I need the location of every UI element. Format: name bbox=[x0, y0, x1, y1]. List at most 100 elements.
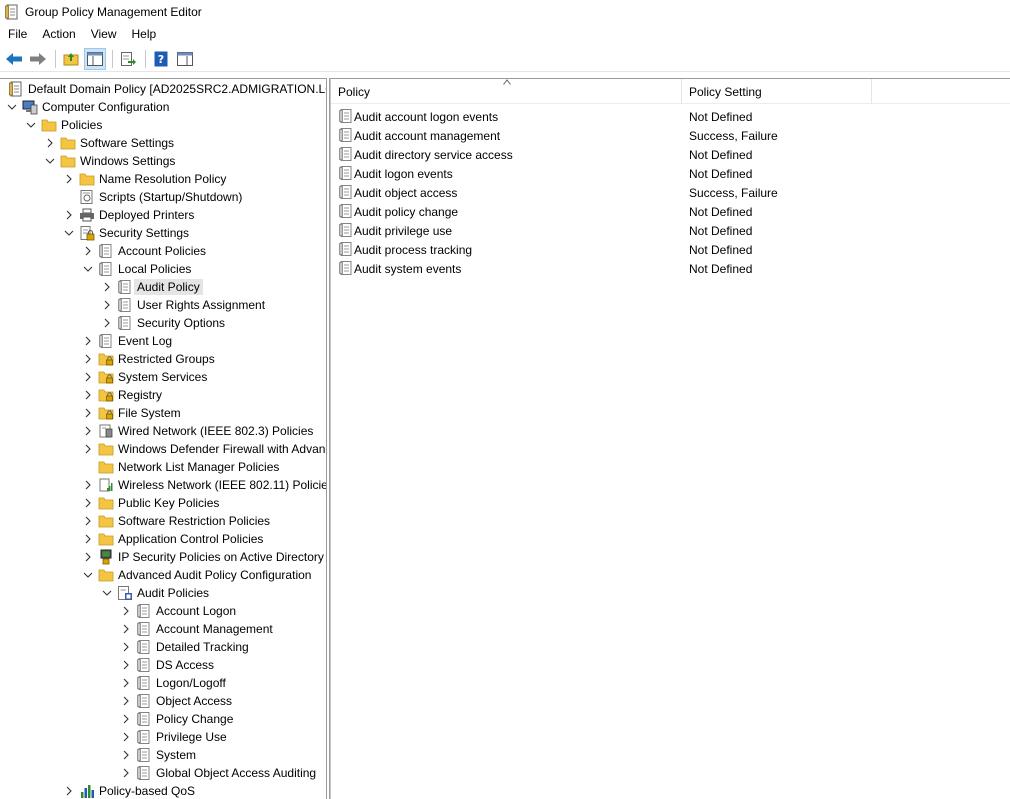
collapse-chevron-icon[interactable] bbox=[45, 156, 55, 166]
tree-node[interactable]: Object Access bbox=[0, 692, 326, 710]
expand-chevron-icon[interactable] bbox=[45, 138, 55, 148]
expand-chevron-icon[interactable] bbox=[121, 732, 131, 742]
tree-node[interactable]: Event Log bbox=[0, 332, 326, 350]
tree-node[interactable]: Restricted Groups bbox=[0, 350, 326, 368]
expand-chevron-icon[interactable] bbox=[83, 354, 93, 364]
expand-chevron-icon[interactable] bbox=[121, 678, 131, 688]
tree-node[interactable]: Security Settings bbox=[0, 224, 326, 242]
tree-node[interactable]: System Services bbox=[0, 368, 326, 386]
tree-node[interactable]: Account Policies bbox=[0, 242, 326, 260]
expand-chevron-icon[interactable] bbox=[83, 552, 93, 562]
tree-node[interactable]: Registry bbox=[0, 386, 326, 404]
tree-node[interactable]: Detailed Tracking bbox=[0, 638, 326, 656]
expand-chevron-icon[interactable] bbox=[83, 534, 93, 544]
expand-chevron-icon[interactable] bbox=[121, 624, 131, 634]
tree-node[interactable]: Policies bbox=[0, 116, 326, 134]
menu-view[interactable]: View bbox=[83, 27, 124, 41]
tree-node[interactable]: Audit Policies bbox=[0, 584, 326, 602]
tree-node[interactable]: Security Options bbox=[0, 314, 326, 332]
tree-node[interactable]: Privilege Use bbox=[0, 728, 326, 746]
collapse-chevron-icon[interactable] bbox=[83, 570, 93, 580]
policy-row[interactable]: Audit policy change Not Defined bbox=[331, 202, 1010, 221]
tree-node[interactable]: Name Resolution Policy bbox=[0, 170, 326, 188]
tree-node[interactable]: Wired Network (IEEE 802.3) Policies bbox=[0, 422, 326, 440]
collapse-chevron-icon[interactable] bbox=[64, 228, 74, 238]
tree-node[interactable]: Wireless Network (IEEE 802.11) Policies bbox=[0, 476, 326, 494]
expand-chevron-icon[interactable] bbox=[121, 642, 131, 652]
tree-node[interactable]: File System bbox=[0, 404, 326, 422]
help-button[interactable]: ? bbox=[150, 48, 172, 70]
tree-node[interactable]: Logon/Logoff bbox=[0, 674, 326, 692]
collapse-chevron-icon[interactable] bbox=[7, 102, 17, 112]
expand-chevron-icon[interactable] bbox=[83, 336, 93, 346]
tree-node[interactable]: Network List Manager Policies bbox=[0, 458, 326, 476]
collapse-chevron-icon[interactable] bbox=[83, 264, 93, 274]
expand-chevron-icon[interactable] bbox=[64, 786, 74, 796]
tree-node[interactable]: Windows Settings bbox=[0, 152, 326, 170]
tree-node[interactable]: Application Control Policies bbox=[0, 530, 326, 548]
forward-button[interactable] bbox=[27, 48, 49, 70]
tree-node[interactable]: Account Logon bbox=[0, 602, 326, 620]
tree-node[interactable]: Deployed Printers bbox=[0, 206, 326, 224]
policy-row[interactable]: Audit account logon events Not Defined bbox=[331, 107, 1010, 126]
tree-node[interactable]: Local Policies bbox=[0, 260, 326, 278]
expand-chevron-icon[interactable] bbox=[121, 606, 131, 616]
expand-chevron-icon[interactable] bbox=[64, 210, 74, 220]
policy-row[interactable]: Audit process tracking Not Defined bbox=[331, 240, 1010, 259]
tree-node[interactable]: Windows Defender Firewall with Advanced … bbox=[0, 440, 326, 458]
expand-chevron-icon[interactable] bbox=[102, 318, 112, 328]
tree-node[interactable]: Audit Policy bbox=[0, 278, 326, 296]
policy-row[interactable]: Audit system events Not Defined bbox=[331, 259, 1010, 278]
expand-chevron-icon[interactable] bbox=[121, 660, 131, 670]
console-tree-pane[interactable]: Default Domain Policy [AD2025SRC2.ADMIGR… bbox=[0, 78, 327, 799]
collapse-chevron-icon[interactable] bbox=[26, 120, 36, 130]
expand-chevron-icon[interactable] bbox=[83, 426, 93, 436]
expand-chevron-icon[interactable] bbox=[83, 390, 93, 400]
details-pane[interactable]: Policy Policy Setting Audit account logo… bbox=[330, 78, 1010, 799]
expand-chevron-icon[interactable] bbox=[121, 750, 131, 760]
tree-node[interactable]: Policy Change bbox=[0, 710, 326, 728]
tree-node[interactable]: Computer Configuration bbox=[0, 98, 326, 116]
expand-chevron-icon[interactable] bbox=[102, 282, 112, 292]
expand-chevron-icon[interactable] bbox=[83, 498, 93, 508]
column-header-policy-setting[interactable]: Policy Setting bbox=[682, 79, 872, 104]
properties-pane-button[interactable] bbox=[174, 48, 196, 70]
tree-node[interactable]: System bbox=[0, 746, 326, 764]
menu-help[interactable]: Help bbox=[124, 27, 164, 41]
tree-node[interactable]: Advanced Audit Policy Configuration bbox=[0, 566, 326, 584]
expand-chevron-icon[interactable] bbox=[83, 444, 93, 454]
expand-chevron-icon[interactable] bbox=[64, 174, 74, 184]
tree-node[interactable]: DS Access bbox=[0, 656, 326, 674]
tree-node[interactable]: Scripts (Startup/Shutdown) bbox=[0, 188, 326, 206]
policy-row[interactable]: Audit logon events Not Defined bbox=[331, 164, 1010, 183]
policy-row[interactable]: Audit directory service access Not Define… bbox=[331, 145, 1010, 164]
expand-chevron-icon[interactable] bbox=[83, 516, 93, 526]
tree-node[interactable]: Software Settings bbox=[0, 134, 326, 152]
expand-chevron-icon[interactable] bbox=[102, 300, 112, 310]
menu-action[interactable]: Action bbox=[34, 27, 82, 41]
tree-node[interactable]: Account Management bbox=[0, 620, 326, 638]
tree-node[interactable]: User Rights Assignment bbox=[0, 296, 326, 314]
tree-node[interactable]: Global Object Access Auditing bbox=[0, 764, 326, 782]
up-one-level-button[interactable] bbox=[60, 48, 82, 70]
collapse-chevron-icon[interactable] bbox=[102, 588, 112, 598]
tree-node[interactable]: Software Restriction Policies bbox=[0, 512, 326, 530]
show-hide-tree-button[interactable] bbox=[84, 47, 106, 70]
tree-node[interactable]: Public Key Policies bbox=[0, 494, 326, 512]
expand-chevron-icon[interactable] bbox=[121, 714, 131, 724]
back-button[interactable] bbox=[3, 48, 25, 70]
policy-row[interactable]: Audit account management Success, Failure bbox=[331, 126, 1010, 145]
policy-row[interactable]: Audit privilege use Not Defined bbox=[331, 221, 1010, 240]
column-header-policy[interactable]: Policy bbox=[331, 79, 682, 104]
export-list-button[interactable] bbox=[117, 48, 139, 70]
expand-chevron-icon[interactable] bbox=[83, 480, 93, 490]
expand-chevron-icon[interactable] bbox=[83, 408, 93, 418]
tree-node[interactable]: Policy-based QoS bbox=[0, 782, 326, 799]
expand-chevron-icon[interactable] bbox=[83, 372, 93, 382]
tree-node[interactable]: IP Security Policies on Active Directory… bbox=[0, 548, 326, 566]
expand-chevron-icon[interactable] bbox=[83, 246, 93, 256]
expand-chevron-icon[interactable] bbox=[121, 696, 131, 706]
expand-chevron-icon[interactable] bbox=[121, 768, 131, 778]
menu-file[interactable]: File bbox=[0, 27, 34, 41]
policy-row[interactable]: Audit object access Success, Failure bbox=[331, 183, 1010, 202]
